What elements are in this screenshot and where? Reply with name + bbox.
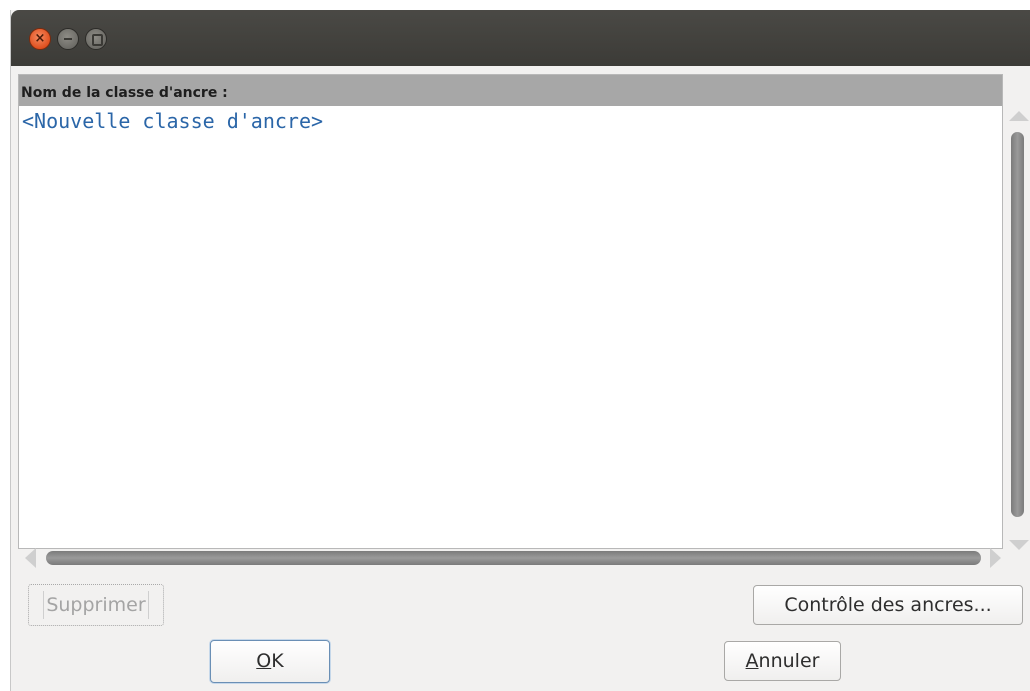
list-item-new-anchor-class[interactable]: <Nouvelle classe d'ancre> (22, 109, 323, 133)
anchor-class-list[interactable]: Nom de la classe d'ancre : <Nouvelle cla… (18, 74, 1003, 549)
vertical-scroll-thumb[interactable] (1011, 132, 1024, 517)
list-column-header: Nom de la classe d'ancre : (19, 75, 1002, 106)
scroll-up-arrow-icon[interactable] (1009, 111, 1029, 121)
delete-button[interactable]: Supprimer (28, 584, 164, 626)
horizontal-scrollbar[interactable] (21, 546, 1006, 570)
scroll-right-arrow-icon[interactable] (990, 548, 1001, 568)
scroll-down-arrow-icon[interactable] (1009, 540, 1029, 550)
dialog-window: × Nom de la classe d'ancre : <Nouvelle c… (10, 10, 1030, 691)
vertical-scrollbar[interactable] (1006, 107, 1030, 552)
minimize-icon[interactable] (57, 28, 79, 50)
title-bar[interactable]: × (11, 10, 1030, 66)
cancel-mnemonic: A (745, 650, 759, 672)
ok-button[interactable]: OK (210, 640, 330, 683)
cancel-button[interactable]: Annuler (724, 641, 841, 681)
ok-label-rest: K (271, 650, 284, 672)
close-icon[interactable]: × (29, 28, 51, 50)
horizontal-scroll-thumb[interactable] (46, 551, 981, 565)
scroll-left-arrow-icon[interactable] (25, 548, 36, 568)
manage-anchors-button[interactable]: Contrôle des ancres... (753, 585, 1023, 625)
maximize-icon[interactable] (85, 28, 107, 50)
cancel-label-rest: nnuler (758, 650, 820, 672)
delete-button-label: Supprimer (43, 591, 149, 619)
ok-mnemonic: O (256, 650, 272, 672)
